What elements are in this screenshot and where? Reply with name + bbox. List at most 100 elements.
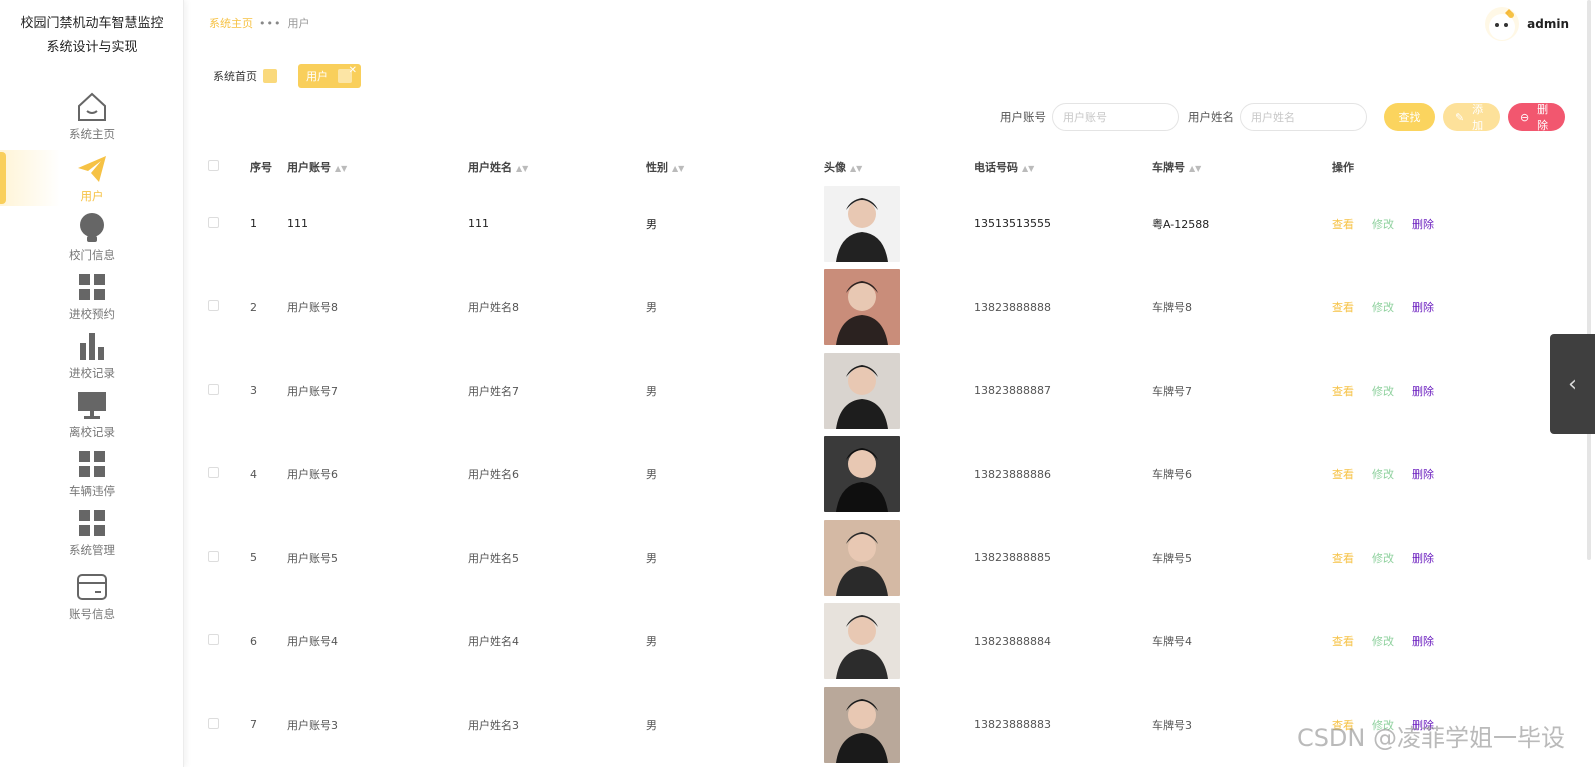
- row-select-cell[interactable]: [208, 349, 250, 433]
- edit-link[interactable]: 修改: [1372, 552, 1394, 565]
- cell-account: 用户账号7: [287, 384, 338, 398]
- bar-chart-icon: [80, 333, 104, 360]
- select-all-cell[interactable]: [208, 152, 250, 182]
- sidebar-item-gate-info[interactable]: 校门信息: [0, 211, 184, 269]
- cell-gender: 男: [646, 718, 657, 732]
- view-link[interactable]: 查看: [1332, 635, 1354, 648]
- row-select-cell[interactable]: [208, 516, 250, 600]
- delete-link[interactable]: 删除: [1412, 635, 1434, 648]
- row-checkbox[interactable]: [208, 216, 219, 228]
- row-select-cell[interactable]: [208, 182, 250, 266]
- sidebar-item-account-info[interactable]: 账号信息: [0, 570, 184, 628]
- row-select-cell[interactable]: [208, 266, 250, 350]
- user-photo[interactable]: [824, 603, 900, 680]
- row-checkbox[interactable]: [208, 383, 219, 395]
- collapse-panel-button[interactable]: ‹: [1550, 334, 1595, 434]
- tab-users[interactable]: 用户 ✕: [298, 64, 361, 88]
- sort-icon[interactable]: ▲▼: [1189, 164, 1201, 173]
- edit-link[interactable]: 修改: [1372, 635, 1394, 648]
- add-button-label: 添加: [1472, 103, 1484, 132]
- cell-actions: 查看 修改 删除: [1332, 516, 1512, 600]
- add-button[interactable]: ✎ 添加: [1443, 103, 1500, 132]
- table-row[interactable]: 1 111 111 男 13513513555 粤A-12588 查看 修改 删除: [208, 182, 1512, 266]
- view-link[interactable]: 查看: [1332, 552, 1354, 565]
- view-link[interactable]: 查看: [1332, 218, 1354, 231]
- col-header-name[interactable]: 用户姓名 ▲▼: [468, 152, 646, 182]
- delete-link[interactable]: 删除: [1412, 552, 1434, 565]
- delete-link[interactable]: 删除: [1412, 385, 1434, 398]
- edit-link[interactable]: 修改: [1372, 385, 1394, 398]
- cell-phone: 13823888888: [974, 300, 1051, 314]
- sidebar-item-entry-records[interactable]: 进校记录: [0, 329, 184, 387]
- delete-link[interactable]: 删除: [1412, 301, 1434, 314]
- sidebar-item-entry-booking[interactable]: 进校预约: [0, 270, 184, 328]
- edit-link[interactable]: 修改: [1372, 468, 1394, 481]
- table-row[interactable]: 6 用户账号4 用户姓名4 男 13823888884 车牌号4 查看 修改 删除: [208, 600, 1512, 684]
- tab-users-label: 用户: [306, 70, 328, 83]
- close-icon[interactable]: ✕: [349, 65, 357, 76]
- row-checkbox[interactable]: [208, 634, 219, 646]
- account-search-input[interactable]: [1052, 103, 1179, 131]
- sort-icon[interactable]: ▲▼: [1022, 164, 1034, 173]
- sort-icon[interactable]: ▲▼: [850, 164, 862, 173]
- delete-link[interactable]: 删除: [1412, 218, 1434, 231]
- username[interactable]: admin: [1527, 17, 1569, 31]
- user-menu[interactable]: admin: [1485, 7, 1569, 41]
- delete-link[interactable]: 删除: [1412, 468, 1434, 481]
- app-title-line2: 系统设计与实现: [46, 40, 138, 55]
- row-checkbox[interactable]: [208, 717, 219, 729]
- edit-link[interactable]: 修改: [1372, 218, 1394, 231]
- row-checkbox[interactable]: [208, 550, 219, 562]
- sort-icon[interactable]: ▲▼: [516, 164, 528, 173]
- user-photo[interactable]: [824, 436, 900, 513]
- cell-gender: 男: [646, 551, 657, 565]
- table-row[interactable]: 5 用户账号5 用户姓名5 男 13823888885 车牌号5 查看 修改 删除: [208, 516, 1512, 600]
- cell-account: 用户账号4: [287, 635, 338, 649]
- edit-link[interactable]: 修改: [1372, 301, 1394, 314]
- batch-delete-button[interactable]: ⊖ 删除: [1508, 103, 1565, 132]
- col-header-gender[interactable]: 性别 ▲▼: [646, 152, 824, 182]
- cell-name: 用户姓名4: [468, 635, 519, 649]
- col-header-plate[interactable]: 车牌号 ▲▼: [1152, 152, 1332, 182]
- user-photo[interactable]: [824, 686, 900, 763]
- cell-avatar: [824, 683, 974, 767]
- row-select-cell[interactable]: [208, 433, 250, 517]
- select-all-checkbox[interactable]: [208, 160, 219, 171]
- row-select-cell[interactable]: [208, 600, 250, 684]
- app-title-line1: 校园门禁机动车智慧监控: [20, 16, 164, 31]
- row-checkbox[interactable]: [208, 300, 219, 312]
- tab-home[interactable]: 系统首页: [213, 68, 277, 84]
- breadcrumb-home[interactable]: 系统主页: [209, 17, 253, 30]
- sort-icon[interactable]: ▲▼: [335, 164, 347, 173]
- view-link[interactable]: 查看: [1332, 468, 1354, 481]
- user-photo[interactable]: [824, 352, 900, 429]
- sidebar-item-users[interactable]: 用户: [0, 152, 184, 210]
- col-header-avatar[interactable]: 头像 ▲▼: [824, 152, 974, 182]
- user-photo[interactable]: [824, 519, 900, 596]
- cell-actions: 查看 修改 删除: [1332, 266, 1512, 350]
- sidebar-item-home[interactable]: 系统主页: [0, 90, 184, 148]
- table-row[interactable]: 2 用户账号8 用户姓名8 男 13823888888 车牌号8 查看 修改 删除: [208, 266, 1512, 350]
- scrollbar[interactable]: [1587, 0, 1591, 560]
- view-link[interactable]: 查看: [1332, 385, 1354, 398]
- search-button[interactable]: 查找: [1384, 103, 1435, 131]
- sort-icon[interactable]: ▲▼: [672, 164, 684, 173]
- avatar[interactable]: [1485, 7, 1520, 41]
- col-header-account[interactable]: 用户账号 ▲▼: [287, 152, 468, 182]
- view-link[interactable]: 查看: [1332, 301, 1354, 314]
- name-search-input[interactable]: [1240, 103, 1367, 131]
- row-select-cell[interactable]: [208, 683, 250, 767]
- cell-phone: 13823888884: [974, 634, 1051, 648]
- user-photo[interactable]: [824, 269, 900, 346]
- cell-account: 用户账号8: [287, 301, 338, 315]
- table-row[interactable]: 4 用户账号6 用户姓名6 男 13823888886 车牌号6 查看 修改 删除: [208, 433, 1512, 517]
- table-row[interactable]: 3 用户账号7 用户姓名7 男 13823888887 车牌号7 查看 修改 删除: [208, 349, 1512, 433]
- col-header-phone[interactable]: 电话号码 ▲▼: [974, 152, 1152, 182]
- sidebar: 校园门禁机动车智慧监控 系统设计与实现 系统主页 用户 校门信息 进校预约 进校…: [0, 0, 184, 767]
- refresh-icon[interactable]: [263, 69, 277, 83]
- sidebar-item-exit-records[interactable]: 离校记录: [0, 388, 184, 446]
- sidebar-item-parking-violations[interactable]: 车辆违停: [0, 447, 184, 505]
- sidebar-item-system-management[interactable]: 系统管理: [0, 506, 184, 564]
- user-photo[interactable]: [824, 185, 900, 262]
- row-checkbox[interactable]: [208, 467, 219, 479]
